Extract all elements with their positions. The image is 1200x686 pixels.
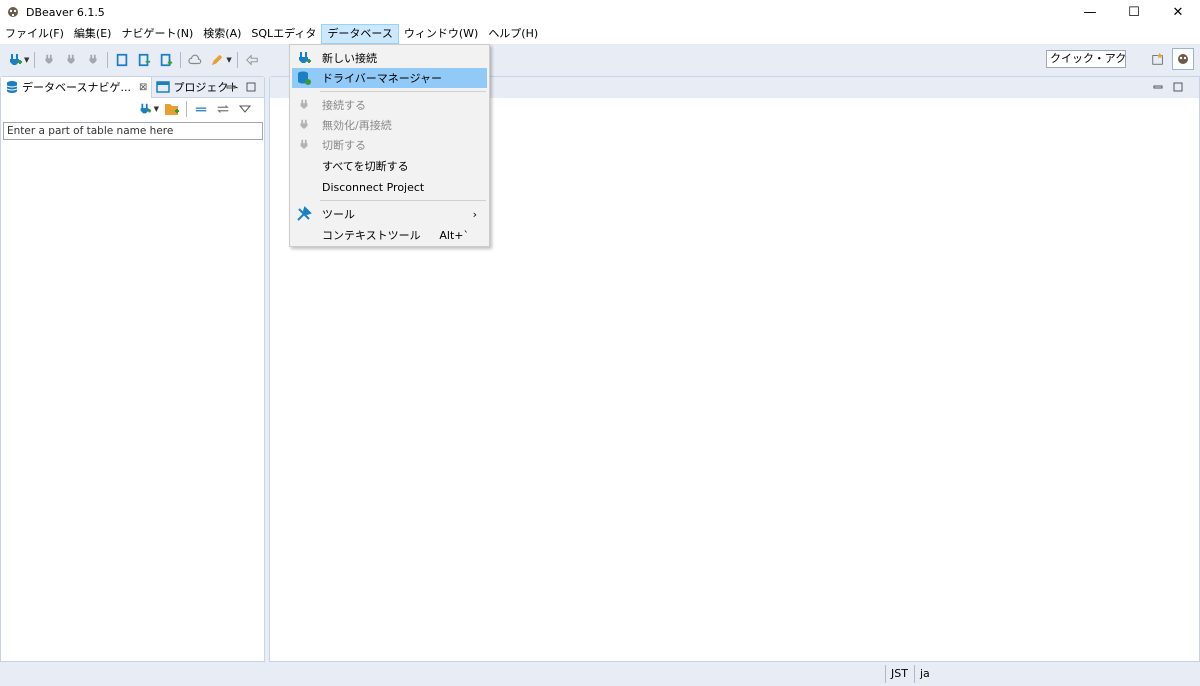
menu-bar: ファイル(F) 編集(E) ナビゲート(N) 検索(A) SQLエディタ データ… bbox=[0, 24, 1200, 44]
new-folder-icon[interactable] bbox=[164, 101, 180, 117]
dbeaver-logo-icon bbox=[8, 7, 18, 17]
menu-item-label: 切断する bbox=[322, 139, 366, 152]
dropdown-arrow-icon[interactable]: ▼ bbox=[24, 56, 29, 64]
back-icon[interactable] bbox=[243, 51, 261, 69]
status-timezone: JST bbox=[885, 665, 913, 683]
dbeaver-perspective-icon[interactable] bbox=[1172, 48, 1194, 70]
menu-sql-editor[interactable]: SQLエディタ bbox=[246, 24, 321, 44]
status-bar: JST ja bbox=[0, 662, 1200, 686]
pencil-icon[interactable] bbox=[208, 51, 226, 69]
menu-item-label: 無効化/再接続 bbox=[322, 119, 392, 132]
status-locale: ja bbox=[914, 665, 935, 683]
new-connection-icon[interactable] bbox=[6, 51, 24, 69]
close-button[interactable]: ✕ bbox=[1156, 0, 1200, 24]
menu-search[interactable]: 検索(A) bbox=[198, 24, 246, 44]
menu-item-disconnect-all[interactable]: すべてを切断する bbox=[292, 156, 487, 176]
database-icon bbox=[6, 81, 18, 93]
link-with-editor-icon[interactable] bbox=[215, 101, 231, 117]
maximize-button[interactable]: ☐ bbox=[1112, 0, 1156, 24]
menu-separator bbox=[320, 200, 486, 201]
dropdown-arrow-icon[interactable]: ▼ bbox=[154, 105, 159, 113]
quick-access-field[interactable]: クイック・アクセス bbox=[1046, 50, 1126, 68]
disconnect-icon[interactable] bbox=[84, 51, 102, 69]
database-navigator-panel: データベースナビゲ... ⊠ プロジェクト ▼ bbox=[0, 76, 265, 662]
toolbar-separator bbox=[236, 52, 238, 68]
navigator-toolbar: ▼ bbox=[1, 98, 264, 120]
menu-item-disconnect[interactable]: 切断する bbox=[292, 135, 487, 155]
tab-label: データベースナビゲ... bbox=[22, 81, 131, 94]
menu-item-label: 新しい接続 bbox=[322, 52, 377, 65]
toolbar-separator bbox=[107, 52, 109, 68]
driver-manager-icon bbox=[296, 70, 312, 86]
menu-item-label: 接続する bbox=[322, 99, 366, 112]
toolbar-separator bbox=[186, 101, 187, 117]
menu-window[interactable]: ウィンドウ(W) bbox=[399, 24, 483, 44]
toolbar-separator bbox=[180, 52, 182, 68]
menu-file[interactable]: ファイル(F) bbox=[0, 24, 69, 44]
submenu-arrow-icon: › bbox=[472, 207, 477, 221]
main-toolbar: ▼ ▼ bbox=[0, 44, 1200, 76]
menu-edit[interactable]: 編集(E) bbox=[69, 24, 117, 44]
panel-tabs: データベースナビゲ... ⊠ プロジェクト bbox=[1, 76, 264, 98]
minimize-button[interactable]: — bbox=[1068, 0, 1112, 24]
new-connection-icon bbox=[296, 50, 312, 66]
rollback-icon[interactable] bbox=[157, 51, 175, 69]
new-connection-icon[interactable] bbox=[137, 101, 153, 117]
menu-item-new-connection[interactable]: 新しい接続 bbox=[292, 48, 487, 68]
menu-help[interactable]: ヘルプ(H) bbox=[483, 24, 543, 44]
menu-separator bbox=[320, 91, 486, 92]
maximize-editor-icon[interactable] bbox=[1171, 80, 1185, 94]
menu-item-reconnect[interactable]: 無効化/再接続 bbox=[292, 115, 487, 135]
project-icon bbox=[156, 81, 171, 93]
toolbar-separator bbox=[34, 52, 36, 68]
menu-item-driver-manager[interactable]: ドライバーマネージャー bbox=[292, 68, 487, 88]
reconnect-icon[interactable] bbox=[62, 51, 80, 69]
minimize-panel-icon[interactable] bbox=[224, 80, 238, 94]
open-perspective-icon[interactable] bbox=[1147, 48, 1169, 70]
menu-navigate[interactable]: ナビゲート(N) bbox=[116, 24, 198, 44]
menu-item-label: ツール bbox=[322, 208, 355, 221]
dropdown-arrow-icon[interactable]: ▼ bbox=[226, 56, 231, 64]
tools-icon bbox=[296, 206, 312, 222]
menu-item-connect[interactable]: 接続する bbox=[292, 95, 487, 115]
disconnect-icon bbox=[296, 137, 312, 153]
menu-database[interactable]: データベース bbox=[321, 24, 399, 44]
table-filter-input[interactable] bbox=[3, 122, 263, 140]
tab-database-navigator[interactable]: データベースナビゲ... ⊠ bbox=[1, 76, 153, 98]
menu-item-accelerator: Alt+` bbox=[439, 228, 469, 242]
title-bar: DBeaver 6.1.5 — ☐ ✕ bbox=[0, 0, 1200, 24]
menu-item-label: すべてを切断する bbox=[322, 160, 409, 173]
maximize-panel-icon[interactable] bbox=[244, 80, 258, 94]
connect-icon bbox=[296, 97, 312, 113]
connect-icon[interactable] bbox=[40, 51, 58, 69]
collapse-all-icon[interactable] bbox=[193, 101, 209, 117]
perspective-switcher bbox=[1144, 48, 1194, 70]
minimize-editor-icon[interactable] bbox=[1151, 80, 1165, 94]
view-menu-icon[interactable] bbox=[237, 101, 253, 117]
menu-item-label: Disconnect Project bbox=[322, 180, 425, 194]
menu-item-tools[interactable]: ツール › bbox=[292, 204, 487, 224]
transaction-icon[interactable] bbox=[113, 51, 131, 69]
commit-icon[interactable] bbox=[135, 51, 153, 69]
menu-item-label: ドライバーマネージャー bbox=[322, 72, 443, 85]
menu-item-label: コンテキストツール bbox=[322, 229, 421, 242]
window-title: DBeaver 6.1.5 bbox=[26, 5, 105, 19]
menu-item-context-tools[interactable]: コンテキストツール Alt+` bbox=[292, 225, 487, 245]
database-menu-dropdown: 新しい接続 ドライバーマネージャー 接続する 無効化/再接続 切断する すべてを… bbox=[289, 44, 490, 247]
cloud-icon[interactable] bbox=[186, 51, 204, 69]
reconnect-icon bbox=[296, 117, 312, 133]
menu-item-disconnect-project[interactable]: Disconnect Project bbox=[292, 177, 487, 197]
close-icon[interactable]: ⊠ bbox=[139, 82, 147, 93]
